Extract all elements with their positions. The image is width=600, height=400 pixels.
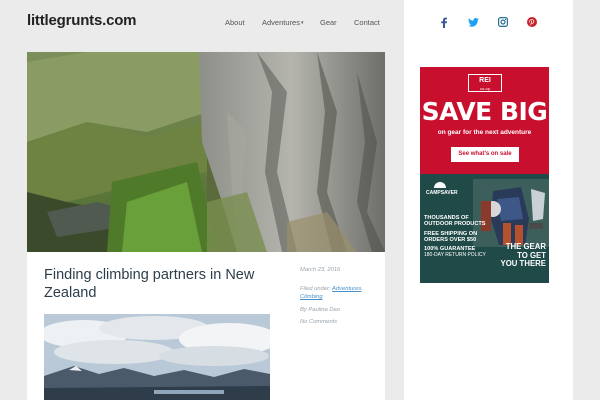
pinterest-icon[interactable] <box>525 15 539 29</box>
rei-logo: REI co-op <box>468 74 502 92</box>
nav-item-adventures[interactable]: Adventures▾ <box>262 18 303 27</box>
rei-ad[interactable]: REI co-op SAVE BIG on gear for the next … <box>420 67 549 174</box>
ad-subheadline: on gear for the next adventure <box>437 129 532 136</box>
facebook-icon[interactable] <box>437 15 451 29</box>
post-categories: Filed under: Adventures, Climbing <box>300 286 363 300</box>
rei-logo-text: REI <box>479 77 491 84</box>
twitter-icon[interactable] <box>466 15 480 29</box>
post-hero-image[interactable] <box>27 52 385 252</box>
guarantee-policy: 180-DAY RETURN POLICY <box>424 252 486 259</box>
post-comments-link[interactable]: No Comments <box>300 318 337 326</box>
ad-headline: SAVE BIG <box>421 97 548 126</box>
nav-item-adventures-label: Adventures <box>262 18 300 27</box>
feature-shipping: FREE SHIPPING ON ORDERS OVER $50 <box>424 230 478 243</box>
feature-guarantee: 100% GUARANTEE 180-DAY RETURN POLICY <box>424 246 490 259</box>
sidebar: REI co-op SAVE BIG on gear for the next … <box>404 0 573 400</box>
post-title[interactable]: Finding climbing partners in New Zealand <box>44 266 274 302</box>
campsaver-features: THOUSANDS OF OUTDOOR PRODUCTS FREE SHIPP… <box>424 215 490 259</box>
sidebar-ad[interactable]: REI co-op SAVE BIG on gear for the next … <box>420 67 549 283</box>
rei-logo-sub: co-op <box>479 86 490 91</box>
nav-item-about[interactable]: About <box>225 18 245 27</box>
post-card: Finding climbing partners in New Zealand… <box>27 52 385 400</box>
campsaver-tagline: THE GEAR TO GET YOU THERE <box>500 242 547 268</box>
chevron-down-icon: ▾ <box>300 20 304 26</box>
category-link-adventures[interactable]: Adventures <box>332 286 361 292</box>
post-inline-image[interactable] <box>44 314 270 400</box>
feature-products: THOUSANDS OF OUTDOOR PRODUCTS <box>424 215 486 228</box>
guarantee-bold: 100% GUARANTEE <box>424 246 476 253</box>
main-nav: About Adventures▾ Gear Contact <box>0 18 404 32</box>
site-header: littlegrunts.com About Adventures▾ Gear … <box>0 0 404 46</box>
category-link-climbing[interactable]: Climbing <box>300 294 323 300</box>
campsaver-logo: CAMPSAVER <box>426 182 458 196</box>
inline-photo <box>44 314 270 400</box>
post-author: By Paulina Dao <box>300 307 340 313</box>
hero-photo <box>27 52 385 252</box>
nav-item-contact[interactable]: Contact <box>354 18 380 27</box>
campsaver-logo-text: CAMPSAVER <box>426 190 458 196</box>
see-sale-button[interactable]: See what’s on sale <box>451 147 519 162</box>
filed-under-label: Filed under: <box>300 286 331 292</box>
nav-item-gear[interactable]: Gear <box>320 18 337 27</box>
instagram-icon[interactable] <box>496 15 510 29</box>
post-date: March 23, 2016 <box>300 267 341 273</box>
